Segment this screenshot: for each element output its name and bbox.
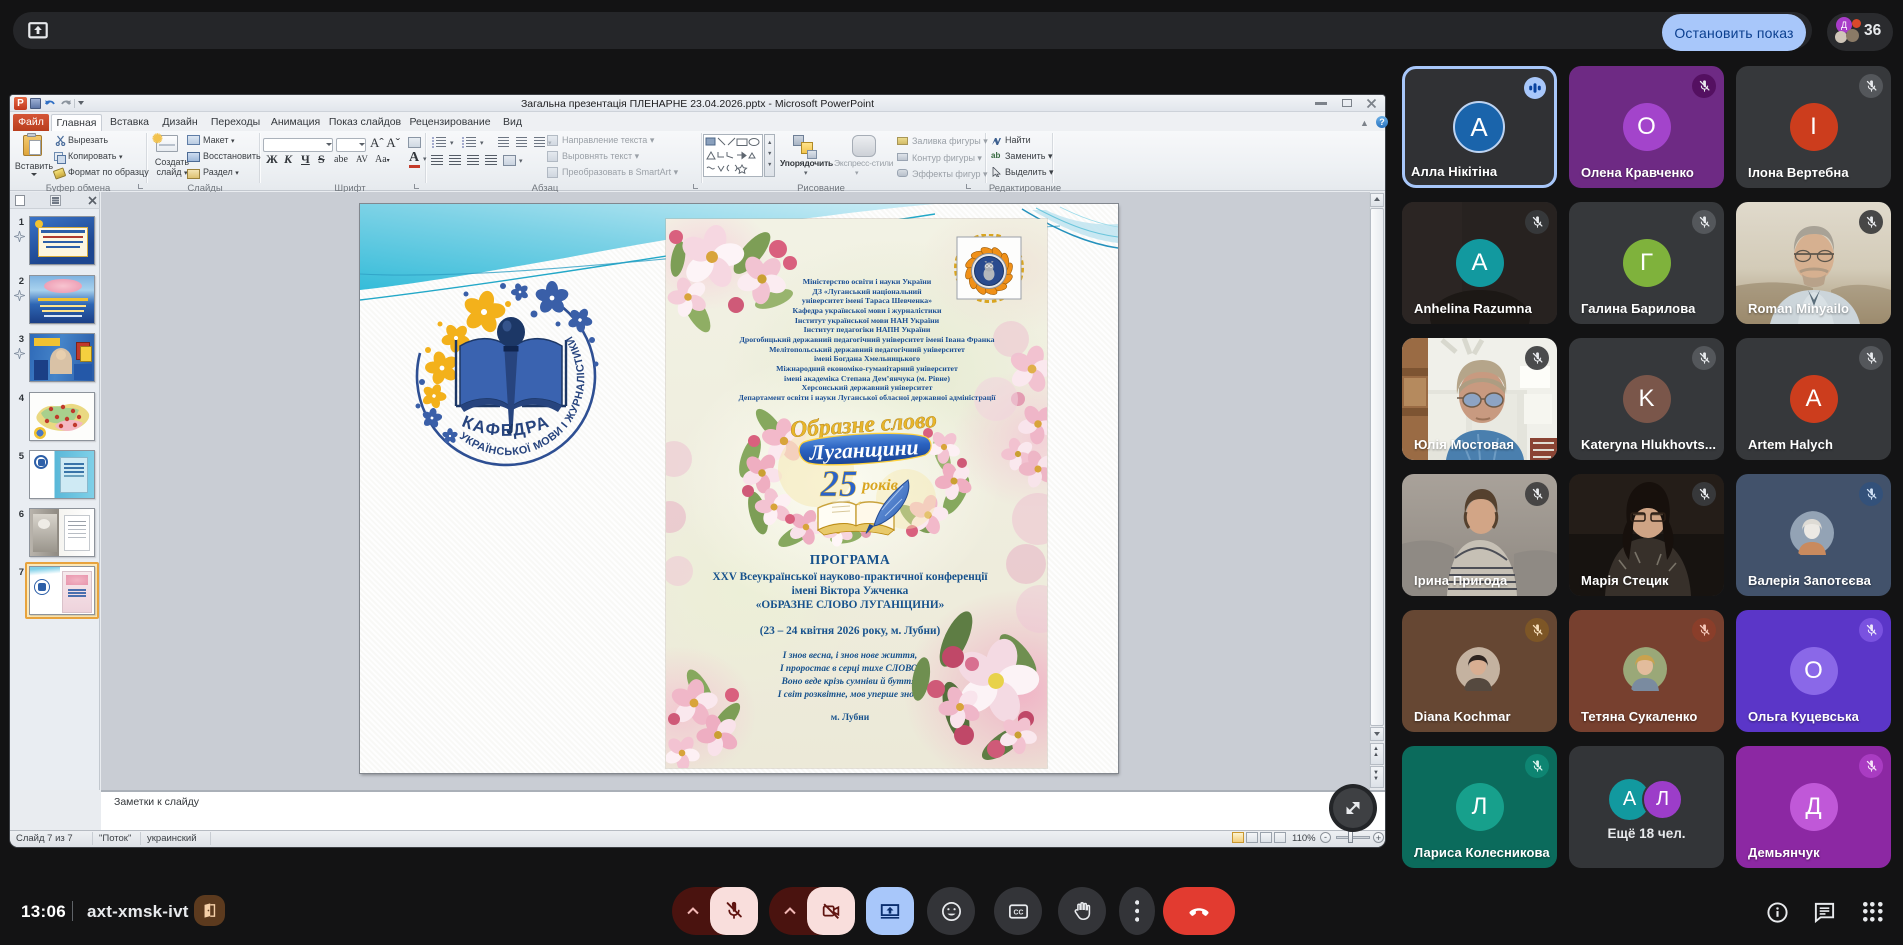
svg-text:CC: CC xyxy=(1013,909,1023,916)
svg-text:КАФЕДРА: КАФЕДРА xyxy=(459,412,552,440)
